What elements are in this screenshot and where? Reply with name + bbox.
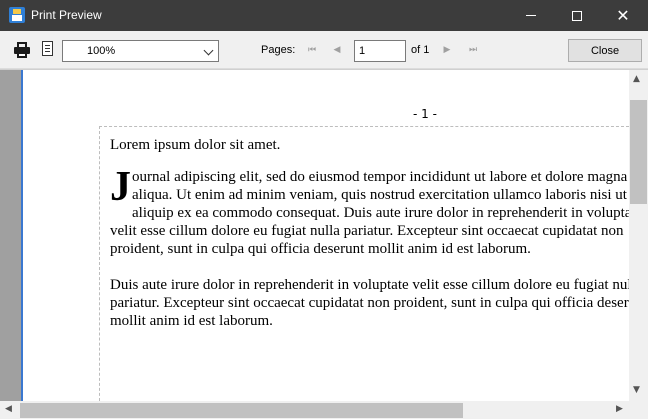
- page-number-input[interactable]: [354, 40, 406, 62]
- paragraph-line: pariatur. Excepteur sint occaecat cupida…: [110, 295, 629, 311]
- page-edge-accent: [21, 70, 23, 401]
- paragraph-line: Duis aute irure dolor in reprehenderit i…: [110, 277, 629, 293]
- vertical-scroll-thumb[interactable]: [630, 100, 647, 204]
- scrollbar-corner: [629, 401, 648, 419]
- paragraph-line: mollit anim id est laborum.: [110, 313, 273, 329]
- paragraph-line: ournal adipiscing elit, sed do eiusmod t…: [132, 169, 628, 185]
- app-icon: [9, 7, 25, 23]
- previous-page-button[interactable]: ◀: [330, 42, 344, 58]
- minimize-button[interactable]: [508, 0, 554, 31]
- toolbar: 100% Pages: ⏮ ◀ of 1 ▶ ⏭ Close: [0, 31, 648, 69]
- scroll-right-icon[interactable]: ▶: [616, 404, 623, 414]
- close-button[interactable]: Close: [568, 39, 642, 62]
- preview-area: - 1 - Lorem ipsum dolor sit amet. J ourn…: [0, 69, 648, 419]
- scroll-left-icon[interactable]: ◀: [5, 404, 12, 414]
- horizontal-scroll-thumb[interactable]: [20, 403, 463, 418]
- drop-cap-letter: J: [110, 164, 131, 210]
- first-page-button[interactable]: ⏮: [305, 42, 319, 58]
- vertical-scrollbar[interactable]: ▲ ▼: [629, 70, 648, 401]
- next-page-button[interactable]: ▶: [440, 42, 454, 58]
- maximize-button[interactable]: [554, 0, 600, 31]
- pages-label: Pages:: [261, 44, 296, 56]
- page-setup-icon[interactable]: [38, 40, 58, 60]
- scroll-down-icon[interactable]: ▼: [633, 385, 640, 395]
- window-title: Print Preview: [31, 8, 102, 22]
- paragraph-line: aliqua. Ut enim ad minim veniam, quis no…: [132, 187, 627, 203]
- chevron-down-icon: [203, 45, 214, 56]
- document-content: Lorem ipsum dolor sit amet. J ournal adi…: [110, 136, 629, 330]
- title-bar: Print Preview ✕: [0, 0, 648, 31]
- horizontal-scrollbar[interactable]: ◀ ▶: [0, 401, 648, 419]
- zoom-value: 100%: [87, 45, 116, 57]
- paragraph-line: aliquip ex ea commodo consequat. Duis au…: [132, 205, 629, 221]
- maximize-icon: [572, 10, 582, 21]
- window-close-button[interactable]: ✕: [600, 0, 646, 31]
- last-page-button[interactable]: ⏭: [466, 42, 480, 58]
- zoom-select[interactable]: 100%: [62, 40, 219, 62]
- second-paragraph: Duis aute irure dolor in reprehenderit i…: [110, 276, 629, 330]
- close-icon: ✕: [616, 5, 630, 25]
- scroll-up-icon[interactable]: ▲: [633, 74, 640, 84]
- left-gutter: [0, 70, 21, 401]
- doc-heading: Lorem ipsum dolor sit amet.: [110, 137, 281, 153]
- printer-icon[interactable]: [12, 40, 32, 60]
- drop-cap-paragraph: J ournal adipiscing elit, sed do eiusmod…: [110, 164, 629, 260]
- minimize-icon: [526, 15, 536, 16]
- paragraph-line: velit esse cillum dolore eu fugiat nulla…: [110, 223, 624, 239]
- page-number-header: - 1 -: [413, 107, 437, 121]
- page-count-label: of 1: [411, 44, 430, 56]
- paragraph-line: proident, sunt in culpa qui officia dese…: [110, 241, 531, 257]
